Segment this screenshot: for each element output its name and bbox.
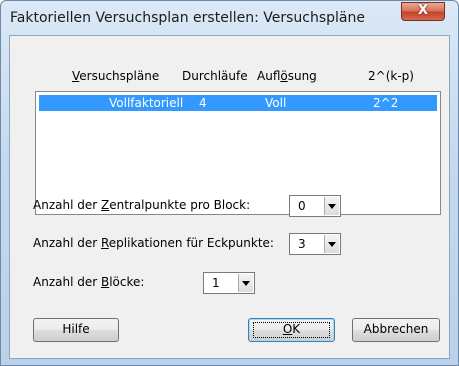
title-bar[interactable]: Faktoriellen Versuchsplan erstellen: Ver… (1, 1, 458, 35)
chevron-down-icon[interactable] (324, 197, 339, 215)
replications-value: 3 (298, 237, 306, 251)
center-points-label: Anzahl der Zentralpunkte pro Block: (33, 198, 251, 212)
design-listbox[interactable]: Vollfaktoriell 4 Voll 2^2 (35, 91, 441, 215)
replications-select[interactable]: 3 (289, 233, 341, 255)
row-resolution: Voll (265, 96, 287, 110)
close-icon: X (417, 3, 429, 18)
dialog-window: Faktoriellen Versuchsplan erstellen: Ver… (0, 0, 459, 366)
center-points-select[interactable]: 0 (289, 195, 341, 217)
dialog-body: Versuchspläne Durchläufe Auflösung 2^(k-… (9, 35, 450, 359)
help-button[interactable]: Hilfe (33, 318, 119, 342)
cancel-button[interactable]: Abbrechen (352, 318, 440, 342)
center-points-value: 0 (298, 199, 306, 213)
blocks-value: 1 (212, 276, 220, 290)
row-power: 2^2 (373, 96, 399, 110)
replications-label: Anzahl der Replikationen für Eckpunkte: (33, 236, 274, 250)
blocks-label: Anzahl der Blöcke: (33, 275, 145, 289)
header-power: 2^(k-p) (368, 69, 414, 83)
chevron-down-icon[interactable] (238, 274, 253, 292)
row-plan: Vollfaktoriell (109, 96, 184, 110)
focus-ring (253, 322, 330, 338)
header-versuchsplaene: Versuchspläne (72, 69, 160, 83)
list-item-vollfaktoriell[interactable]: Vollfaktoriell 4 Voll 2^2 (39, 95, 437, 111)
window-title: Faktoriellen Versuchsplan erstellen: Ver… (10, 10, 365, 26)
ok-button[interactable]: OK (248, 318, 335, 342)
header-aufloesung: Auflösung (257, 69, 317, 83)
chevron-down-icon[interactable] (324, 235, 339, 253)
row-runs: 4 (199, 96, 207, 110)
header-durchlaeufe: Durchläufe (182, 69, 248, 83)
close-button[interactable]: X (401, 2, 445, 21)
blocks-select[interactable]: 1 (203, 272, 255, 294)
